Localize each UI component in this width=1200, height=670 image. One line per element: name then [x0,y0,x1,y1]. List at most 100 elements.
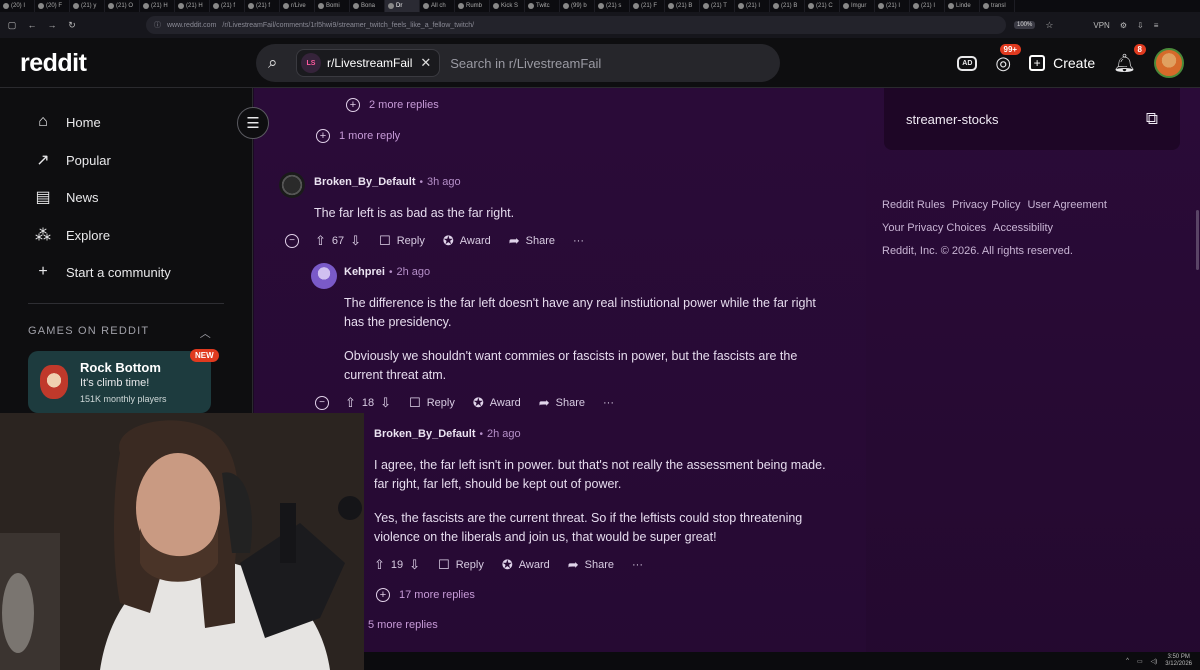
browser-tab[interactable]: (21) B [770,0,805,12]
subreddit-search-chip[interactable]: LS r/LivestreamFail ✕ [296,49,441,77]
forward-icon[interactable]: → [46,20,58,30]
browser-tab[interactable]: (21) I [735,0,770,12]
advertise-button[interactable]: AD [957,55,978,71]
tray-chevron-icon[interactable]: ^ [1126,658,1129,664]
collapse-thread-icon[interactable]: − [285,234,299,248]
extensions-icon[interactable]: ⚙ [1120,21,1127,30]
external-link-icon[interactable]: ⧉ [1146,109,1158,129]
more-options-button[interactable]: ··· [573,235,584,247]
footer-link[interactable]: User Agreement [1027,199,1106,211]
browser-tab[interactable]: Bona [350,0,385,12]
browser-tab[interactable]: Bomi [315,0,350,12]
award-button[interactable]: ✪ Award [502,557,550,573]
more-options-button[interactable]: ··· [632,559,643,571]
browser-tab[interactable]: Dr [385,0,420,12]
games-section-header[interactable]: GAMES ON REDDIT ︿ [28,325,212,341]
back-icon[interactable]: ← [26,20,38,30]
collapse-thread-icon[interactable]: − [315,396,329,410]
browser-tab[interactable]: (99) b [560,0,595,12]
browser-tab[interactable]: (21) y [70,0,105,12]
award-button[interactable]: ✪ Award [443,233,491,249]
sidebar-item-start-community[interactable]: + Start a community [34,263,170,281]
browser-tab[interactable]: (21) H [175,0,210,12]
downvote-icon[interactable]: ⇩ [409,557,420,573]
award-button[interactable]: ✪ Award [473,395,521,411]
browser-tab[interactable]: (20) I [0,0,35,12]
footer-link[interactable]: Accessibility [993,222,1053,234]
comment-avatar[interactable] [311,263,337,289]
bookmark-icon[interactable]: ☆ [1043,20,1055,31]
related-community-card[interactable]: streamer-stocks ⧉ [884,88,1180,150]
downloads-icon[interactable]: ⇩ [1137,21,1144,30]
browser-tab[interactable]: (20) F [35,0,70,12]
sidebar-item-popular[interactable]: ↗ Popular [34,151,111,169]
search-input[interactable]: Search in r/LivestreamFail [450,56,601,71]
scrollbar[interactable] [1196,210,1199,270]
community-name[interactable]: streamer-stocks [906,112,998,127]
more-replies-link[interactable]: + 1 more reply [316,129,400,143]
zoom-level[interactable]: 100% [1014,21,1036,29]
game-card[interactable]: Rock Bottom It's climb time! 151K monthl… [28,351,211,413]
reply-button[interactable]: ☐ Reply [409,395,455,411]
downvote-icon[interactable]: ⇩ [380,395,391,411]
browser-tab[interactable]: All ch [420,0,455,12]
more-replies-link[interactable]: + 2 more replies [346,98,439,112]
browser-tab[interactable]: (21) f [245,0,280,12]
comment-author[interactable]: Kehprei [344,266,385,278]
browser-tab[interactable]: transl [980,0,1015,12]
notifications-button[interactable]: 🔔︎ 8 [1113,43,1146,74]
footer-link[interactable]: Your Privacy Choices [882,222,986,234]
sidebar-toggle-icon[interactable]: ▢ [6,20,18,31]
browser-tab[interactable]: (21) C [805,0,840,12]
chevron-up-icon[interactable]: ︿ [200,325,212,341]
browser-tab[interactable]: (21) s [595,0,630,12]
share-button[interactable]: ➦ Share [509,233,555,249]
menu-icon[interactable]: ≡ [1154,21,1159,30]
upvote-icon[interactable]: ⇧ [345,395,356,411]
more-replies-link[interactable]: + 17 more replies [376,588,475,602]
browser-tab[interactable]: Rumb [455,0,490,12]
footer-link[interactable]: Privacy Policy [952,199,1020,211]
browser-tab[interactable]: Twitc [525,0,560,12]
sidebar-item-explore[interactable]: ⁂ Explore [34,226,110,244]
browser-tab[interactable]: Linde [945,0,980,12]
comment-author[interactable]: Broken_By_Default [374,428,475,440]
volume-icon[interactable]: ◁) [1151,658,1158,665]
reply-button[interactable]: ☐ Reply [438,557,484,573]
more-options-button[interactable]: ··· [603,397,614,409]
browser-tab[interactable]: (21) I [875,0,910,12]
url-field[interactable]: ⓘ www.reddit.com/r/LivestreamFail/commen… [146,16,1006,34]
share-button[interactable]: ➦ Share [539,395,585,411]
taskbar-clock[interactable]: 3:50 PM 3/12/2026 [1165,654,1192,668]
browser-tab[interactable]: r/Live [280,0,315,12]
browser-tab[interactable]: (21) O [105,0,140,12]
browser-tab[interactable]: Imgur [840,0,875,12]
reload-icon[interactable]: ↻ [66,20,78,31]
browser-tab[interactable]: (21) B [665,0,700,12]
site-info-icon[interactable]: ⓘ [154,20,161,30]
browser-tab[interactable]: (21) I [910,0,945,12]
comment-time[interactable]: 2h ago [396,266,430,278]
comment-time[interactable]: 3h ago [427,176,461,188]
browser-tab[interactable]: (21) T [700,0,735,12]
user-avatar[interactable] [1154,48,1184,78]
share-button[interactable]: ➦ Share [568,557,614,573]
comment-time[interactable]: 2h ago [487,428,521,440]
collapse-nav-button[interactable]: ☰ [237,107,269,139]
sidebar-item-news[interactable]: ▤ News [34,188,98,206]
upvote-icon[interactable]: ⇧ [315,233,326,249]
network-icon[interactable]: ▭ [1137,658,1143,665]
reddit-logo[interactable]: reddit [20,49,87,78]
search-bar[interactable]: ⌕ LS r/LivestreamFail ✕ Search in r/Live… [256,44,780,82]
browser-tab[interactable]: (21) F [630,0,665,12]
browser-tab[interactable]: (21) H [140,0,175,12]
create-button[interactable]: + Create [1029,55,1095,71]
browser-tab[interactable]: Kick S [490,0,525,12]
chat-button[interactable]: ◎ 99+ [995,43,1022,74]
footer-link[interactable]: Reddit Rules [882,199,945,211]
more-replies-link[interactable]: 5 more replies [368,619,438,631]
upvote-icon[interactable]: ⇧ [374,557,385,573]
comment-author[interactable]: Broken_By_Default [314,176,415,188]
comment-avatar[interactable] [279,172,305,198]
downvote-icon[interactable]: ⇩ [350,233,361,249]
